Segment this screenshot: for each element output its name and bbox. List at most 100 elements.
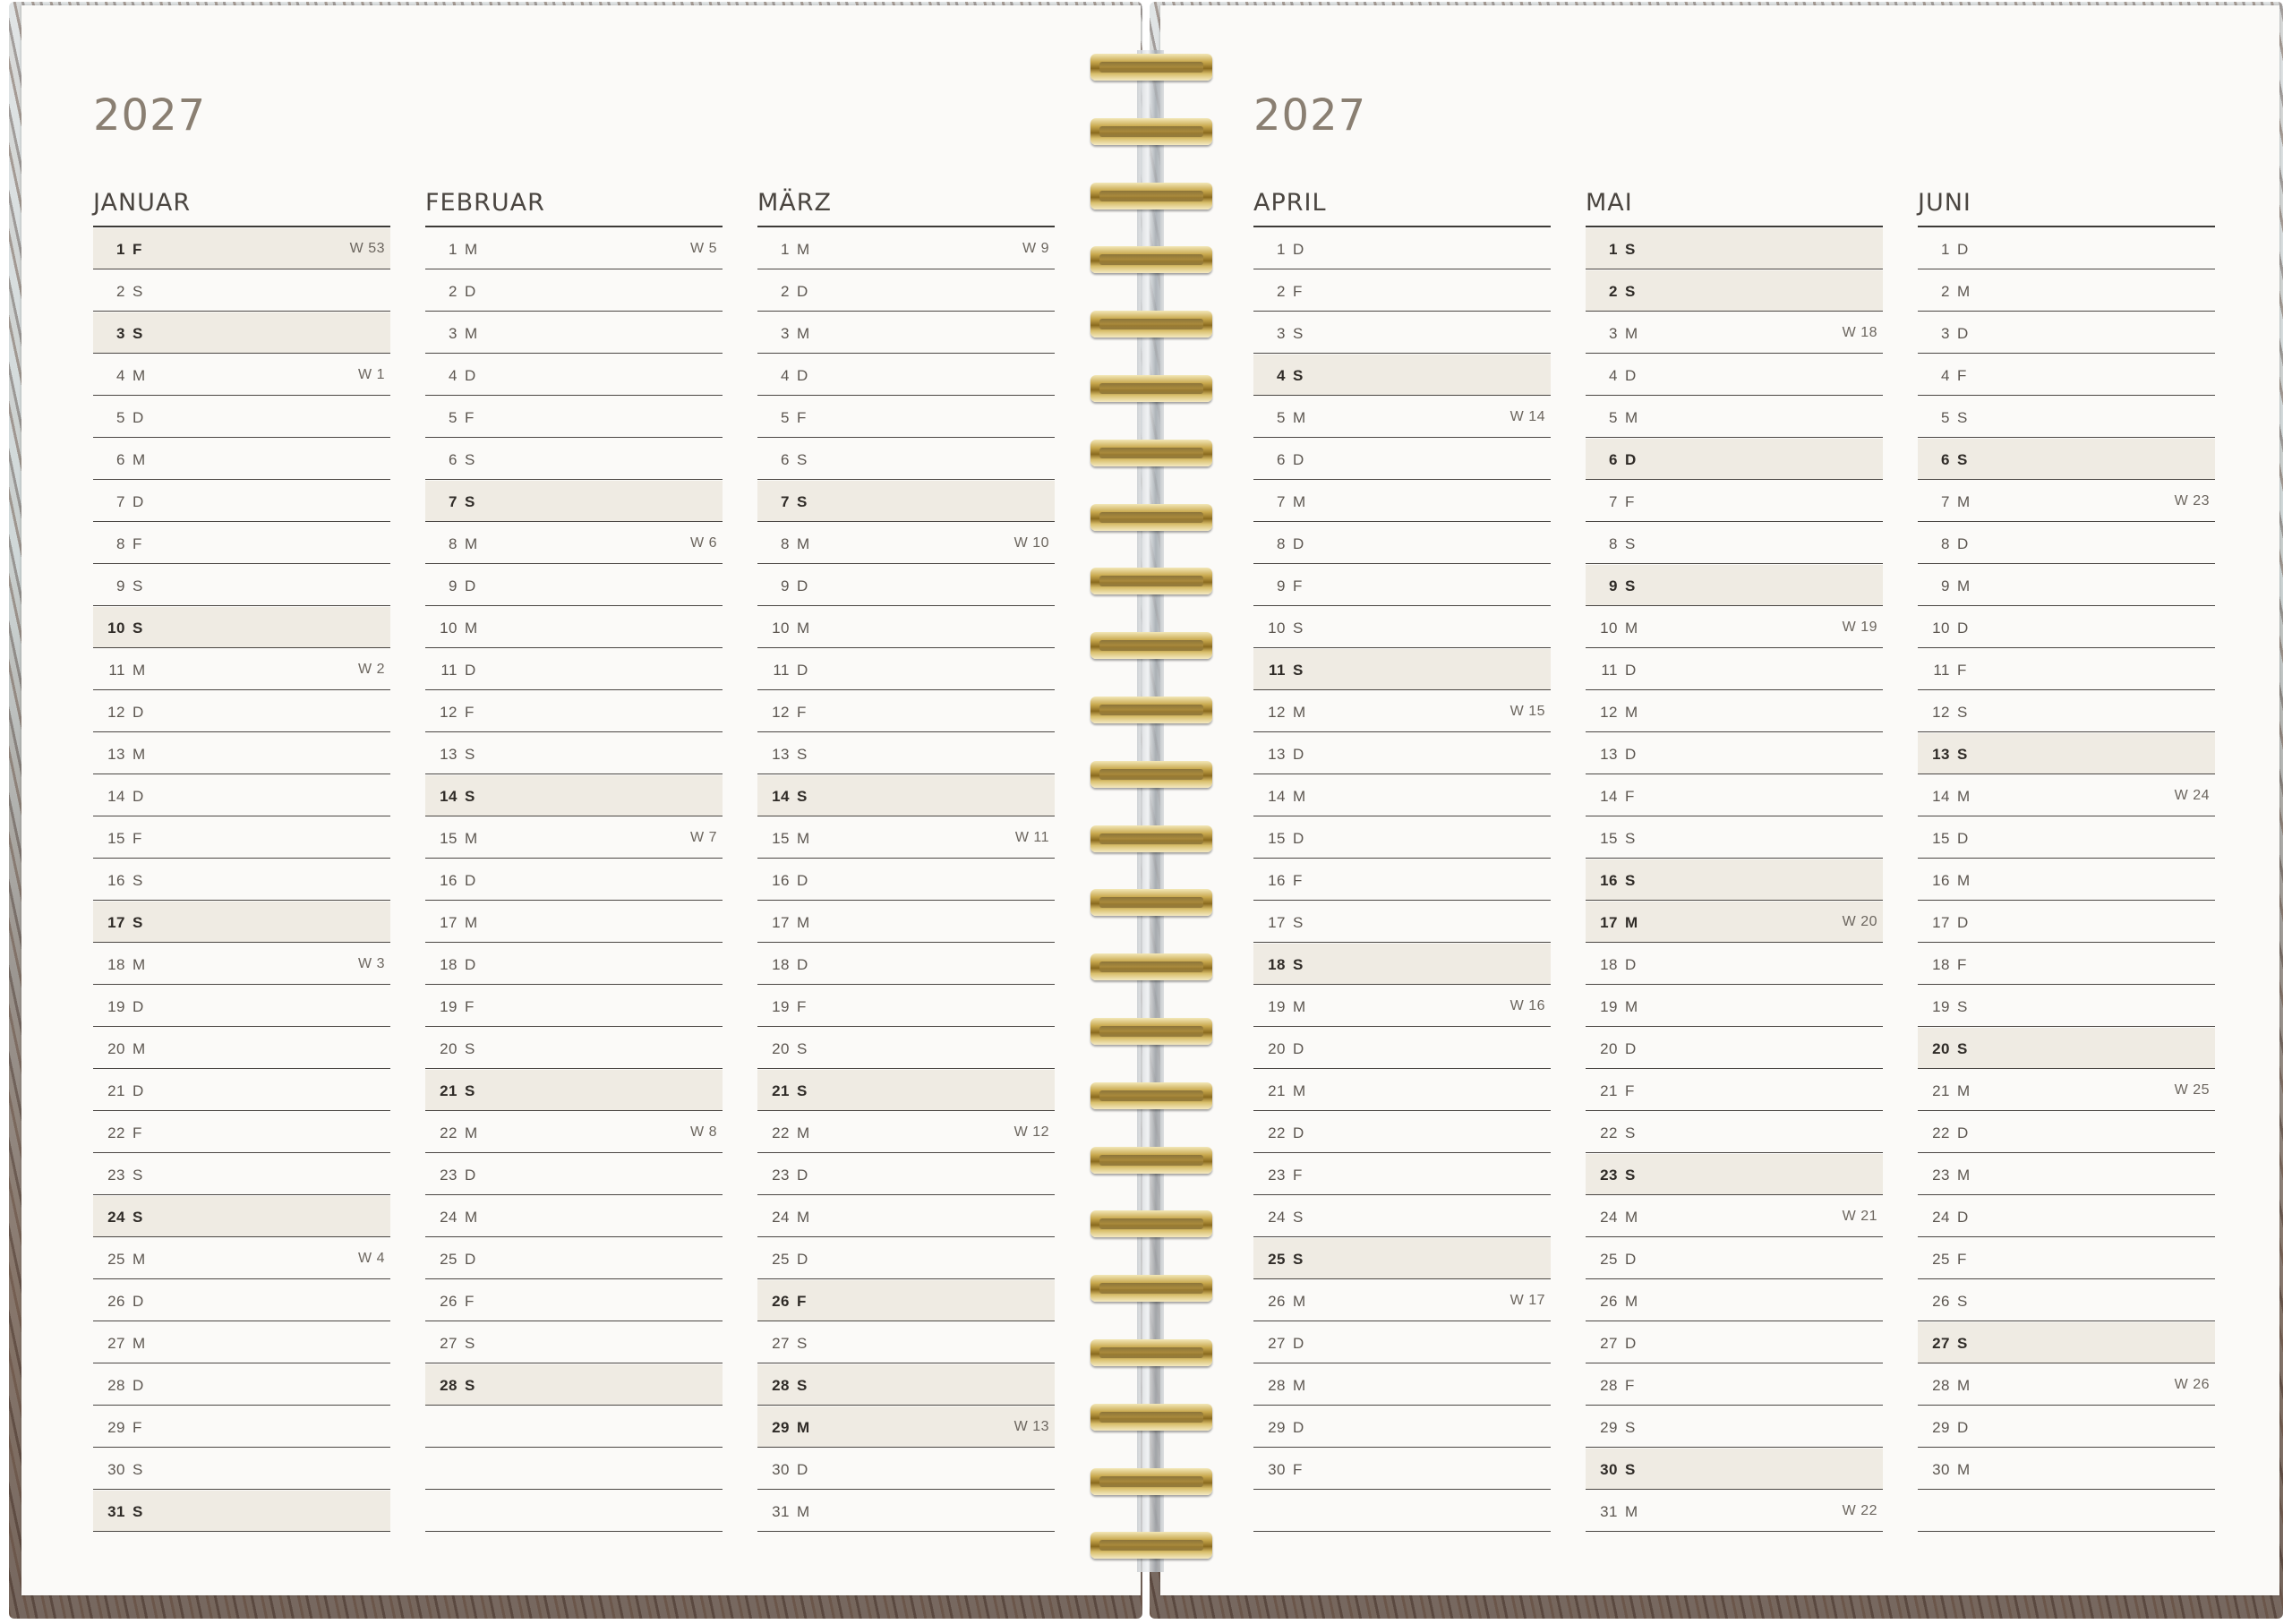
day-row[interactable]: 7S [757, 481, 1055, 522]
day-row[interactable]: 27 D [1253, 1322, 1551, 1363]
day-row[interactable]: 6S [757, 439, 1055, 480]
day-row[interactable]: 17 M [425, 902, 723, 943]
day-row[interactable]: 29 M W 13 [757, 1406, 1055, 1448]
day-row[interactable]: 1M W 9 [757, 228, 1055, 269]
day-row[interactable]: 4D [757, 355, 1055, 396]
day-row[interactable]: 2D [757, 270, 1055, 312]
day-row[interactable]: 3M W 18 [1586, 312, 1883, 354]
day-row[interactable]: 13 S [1918, 733, 2215, 774]
day-row[interactable]: 30 M [1918, 1449, 2215, 1490]
day-row[interactable]: 13 D [1253, 733, 1551, 774]
day-row[interactable]: 19 M W 16 [1253, 986, 1551, 1027]
day-row[interactable]: 19 D [93, 986, 390, 1027]
day-row[interactable]: 12 M W 15 [1253, 691, 1551, 732]
day-row[interactable] [425, 1449, 723, 1490]
day-row[interactable]: 25 D [1586, 1238, 1883, 1279]
day-row[interactable]: 24 M [757, 1196, 1055, 1237]
day-row[interactable]: 9M [1918, 565, 2215, 606]
day-row[interactable]: 10 S [1253, 607, 1551, 648]
day-row[interactable]: 12 M [1586, 691, 1883, 732]
day-row[interactable]: 26 S [1918, 1280, 2215, 1321]
day-row[interactable]: 20 S [425, 1028, 723, 1069]
day-row[interactable]: 29 S [1586, 1406, 1883, 1448]
day-row[interactable]: 2M [1918, 270, 2215, 312]
day-row[interactable]: 27 S [425, 1322, 723, 1363]
day-row[interactable]: 24 S [1253, 1196, 1551, 1237]
day-row[interactable]: 18 F [1918, 944, 2215, 985]
day-row[interactable]: 6S [425, 439, 723, 480]
day-row[interactable]: 16 M [1918, 859, 2215, 901]
day-row[interactable]: 1F W 53 [93, 228, 390, 269]
day-row[interactable]: 24 S [93, 1196, 390, 1237]
day-row[interactable]: 30 F [1253, 1449, 1551, 1490]
day-row[interactable]: 16 S [93, 859, 390, 901]
day-row[interactable]: 28 M [1253, 1364, 1551, 1406]
day-row[interactable]: 14 S [757, 775, 1055, 816]
day-row[interactable]: 9S [1586, 565, 1883, 606]
day-row[interactable]: 3M [425, 312, 723, 354]
day-row[interactable]: 18 S [1253, 944, 1551, 985]
day-row[interactable]: 12 S [1918, 691, 2215, 732]
day-row[interactable]: 15 M W 11 [757, 817, 1055, 859]
day-row[interactable]: 8S [1586, 523, 1883, 564]
day-row[interactable]: 17 M [757, 902, 1055, 943]
day-row[interactable]: 17 S [93, 902, 390, 943]
day-row[interactable]: 7M W 23 [1918, 481, 2215, 522]
day-row[interactable]: 15 F [93, 817, 390, 859]
day-row[interactable]: 12 F [425, 691, 723, 732]
day-row[interactable]: 12 D [93, 691, 390, 732]
day-row[interactable]: 6M [93, 439, 390, 480]
day-row[interactable]: 4D [1586, 355, 1883, 396]
day-row[interactable]: 3S [1253, 312, 1551, 354]
day-row[interactable]: 16 D [425, 859, 723, 901]
day-row[interactable]: 7D [93, 481, 390, 522]
day-row[interactable]: 5D [93, 397, 390, 438]
day-row[interactable]: 29 D [1918, 1406, 2215, 1448]
day-row[interactable]: 8M W 10 [757, 523, 1055, 564]
day-row[interactable]: 31 S [93, 1491, 390, 1532]
day-row[interactable]: 28 M W 26 [1918, 1364, 2215, 1406]
day-row[interactable]: 22 M W 12 [757, 1112, 1055, 1153]
day-row[interactable]: 2F [1253, 270, 1551, 312]
day-row[interactable]: 8D [1918, 523, 2215, 564]
day-row[interactable]: 30 S [93, 1449, 390, 1490]
day-row[interactable]: 19 F [757, 986, 1055, 1027]
day-row[interactable]: 27 M [93, 1322, 390, 1363]
day-row[interactable]: 11 D [1586, 649, 1883, 690]
day-row[interactable]: 3M [757, 312, 1055, 354]
day-row[interactable]: 21 D [93, 1070, 390, 1111]
day-row[interactable]: 29 F [93, 1406, 390, 1448]
day-row[interactable]: 11 M W 2 [93, 649, 390, 690]
day-row[interactable]: 24 D [1918, 1196, 2215, 1237]
day-row[interactable]: 10 M W 19 [1586, 607, 1883, 648]
day-row[interactable]: 5M [1586, 397, 1883, 438]
day-row[interactable]: 30 D [757, 1449, 1055, 1490]
day-row[interactable]: 27 S [757, 1322, 1055, 1363]
day-row[interactable]: 14 D [93, 775, 390, 816]
day-row[interactable] [425, 1406, 723, 1448]
day-row[interactable]: 31 M [757, 1491, 1055, 1532]
day-row[interactable] [1253, 1491, 1551, 1532]
day-row[interactable]: 16 S [1586, 859, 1883, 901]
day-row[interactable]: 10 M [425, 607, 723, 648]
day-row[interactable]: 22 D [1918, 1112, 2215, 1153]
day-row[interactable]: 28 S [425, 1364, 723, 1406]
day-row[interactable]: 13 D [1586, 733, 1883, 774]
day-row[interactable]: 19 M [1586, 986, 1883, 1027]
day-row[interactable]: 9S [93, 565, 390, 606]
day-row[interactable]: 26 M [1586, 1280, 1883, 1321]
day-row[interactable]: 10 M [757, 607, 1055, 648]
day-row[interactable]: 30 S [1586, 1449, 1883, 1490]
day-row[interactable]: 13 M [93, 733, 390, 774]
day-row[interactable]: 7S [425, 481, 723, 522]
day-row[interactable]: 3D [1918, 312, 2215, 354]
day-row[interactable]: 14 S [425, 775, 723, 816]
day-row[interactable]: 29 D [1253, 1406, 1551, 1448]
day-row[interactable]: 23 D [425, 1154, 723, 1195]
day-row[interactable]: 28 S [757, 1364, 1055, 1406]
day-row[interactable]: 17 M W 20 [1586, 902, 1883, 943]
day-row[interactable]: 21 S [757, 1070, 1055, 1111]
day-row[interactable]: 25 M W 4 [93, 1238, 390, 1279]
day-row[interactable]: 20 D [1253, 1028, 1551, 1069]
day-row[interactable]: 14 M W 24 [1918, 775, 2215, 816]
